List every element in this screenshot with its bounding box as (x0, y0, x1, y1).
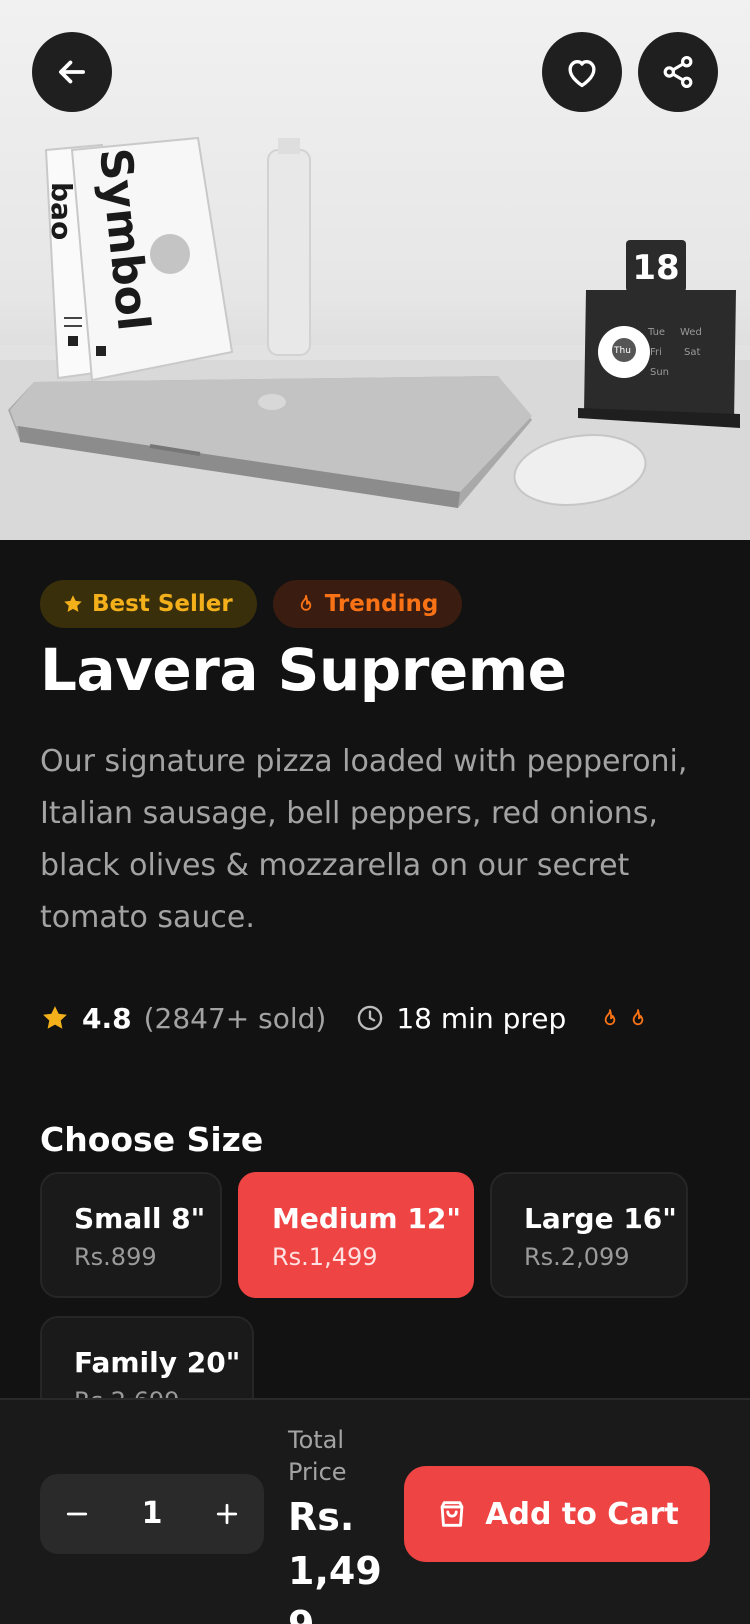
best-seller-badge: Best Seller (40, 580, 257, 628)
shopping-bag-icon (440, 1501, 464, 1527)
calendar-day-text: 18 (632, 248, 679, 288)
product-title: Lavera Supreme (40, 636, 567, 704)
product-meta-row: 4.8 (2847+ sold) 18 min prep (40, 998, 656, 1038)
checkout-bar: 1 Total Price Rs.1,499 Add to Cart (0, 1398, 750, 1624)
size-name: Large 16" (524, 1202, 677, 1235)
calendar-day-fri: Fri (650, 347, 662, 358)
total-price-value: Rs.1,499 (288, 1495, 382, 1624)
size-name: Small 8" (74, 1202, 206, 1235)
rating-star-icon (43, 1006, 67, 1029)
best-seller-label: Best Seller (92, 591, 233, 617)
size-name: Family 20" (74, 1346, 241, 1379)
book-spine-text: bao (45, 182, 78, 240)
calendar-day-thu: Thu (613, 346, 631, 356)
calendar-day-wed: Wed (680, 327, 702, 338)
trending-label: Trending (324, 591, 439, 617)
hero-photo: Symbol bao 18 Tue Wed Fri Sat Thu Sun (0, 136, 750, 540)
prep-time: 18 min prep (396, 1001, 567, 1035)
minus-icon (66, 1512, 88, 1516)
arrow-left-icon (59, 60, 85, 84)
share-icon (663, 56, 693, 88)
heart-icon (568, 60, 596, 88)
spice-flame-icon (604, 1009, 616, 1026)
size-price: Rs.2,099 (524, 1243, 630, 1271)
add-to-cart-label: Add to Cart (485, 1496, 679, 1532)
total-price-label: Total Price (288, 1426, 347, 1486)
clock-icon (358, 1005, 383, 1031)
flame-icon (300, 594, 311, 611)
calendar-day-sat: Sat (684, 347, 700, 358)
spice-level (600, 1007, 656, 1029)
increase-quantity-button[interactable] (190, 1474, 264, 1554)
favorite-button[interactable] (542, 32, 622, 112)
size-option-medium[interactable]: Medium 12" Rs.1,499 (238, 1172, 474, 1298)
badge-row: Best Seller Trending (40, 580, 463, 628)
size-option-small[interactable]: Small 8" Rs.899 (40, 1172, 222, 1298)
choose-size-heading: Choose Size (40, 1120, 264, 1159)
calendar-day-sun: Sun (650, 367, 669, 378)
size-option-large[interactable]: Large 16" Rs.2,099 (490, 1172, 688, 1298)
trending-badge: Trending (272, 580, 463, 628)
add-to-cart-button[interactable]: Add to Cart (404, 1466, 710, 1562)
calendar-day-tue: Tue (647, 327, 665, 338)
quantity-stepper: 1 (40, 1474, 264, 1554)
quantity-value: 1 (141, 1496, 163, 1531)
sold-count: (2847+ sold) (143, 1001, 327, 1035)
share-button[interactable] (638, 32, 718, 112)
size-name: Medium 12" (272, 1202, 461, 1235)
product-detail-screen: Symbol bao 18 Tue Wed Fri Sat Thu Sun Be… (0, 0, 750, 1624)
size-price: Rs.899 (74, 1243, 157, 1271)
product-description: Our signature pizza loaded with pepperon… (40, 744, 688, 935)
product-hero-image: Symbol bao 18 Tue Wed Fri Sat Thu Sun (0, 0, 750, 540)
spice-flame-icon (632, 1009, 644, 1026)
decrease-quantity-button[interactable] (40, 1474, 114, 1554)
size-price: Rs.1,499 (272, 1243, 378, 1271)
rating-value: 4.8 (82, 1001, 132, 1035)
back-button[interactable] (32, 32, 112, 112)
star-icon (64, 595, 82, 612)
plus-icon (216, 1503, 238, 1525)
